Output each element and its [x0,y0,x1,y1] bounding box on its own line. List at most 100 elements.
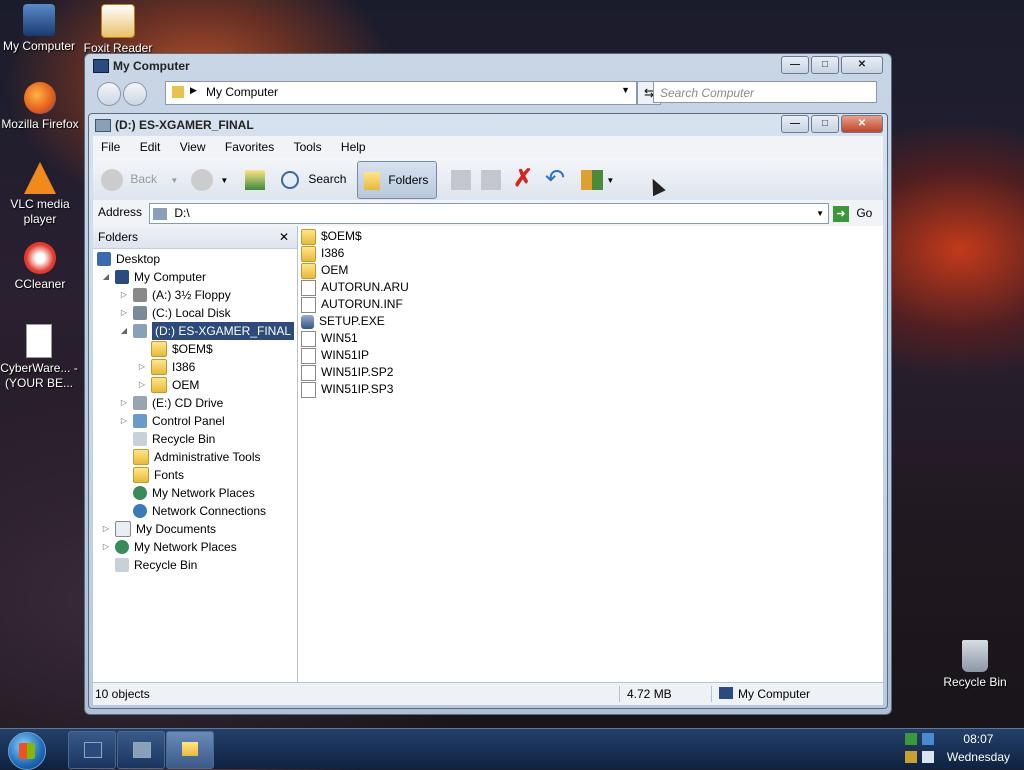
expander-collapsed-icon[interactable]: ▷ [119,394,129,412]
close-button[interactable]: ✕ [841,56,883,74]
menu-edit[interactable]: Edit [132,136,169,158]
chevron-down-icon[interactable]: ▼ [170,176,178,185]
magnifier-icon [281,170,299,189]
file-item[interactable]: WIN51IP.SP2 [301,364,393,381]
tree-item-network-connections[interactable]: Network Connections [133,502,266,520]
file-item[interactable]: WIN51IP [301,347,369,364]
address-label: Address [98,205,143,219]
tree-item-network-places-sub[interactable]: My Network Places [133,484,255,502]
tray-screen-icon[interactable] [922,751,934,763]
tree-item-my-documents[interactable]: ▷ My Documents [101,520,216,538]
back-arrow-icon[interactable] [97,82,121,106]
tree-item-fonts[interactable]: Fonts [133,466,184,484]
taskbar: 08:07 Wednesday [0,728,1024,770]
start-button[interactable] [8,732,46,770]
chevron-down-icon[interactable]: ▼ [220,176,228,185]
maximize-button[interactable]: □ [811,56,839,74]
desktop-icon-recycle-bin[interactable]: Recycle Bin [936,640,1014,690]
desktop-icon-vlc[interactable]: VLC media player [1,162,79,227]
chevron-down-icon[interactable]: ▼ [816,204,824,223]
tree-item-my-computer[interactable]: ◢ My Computer [101,268,206,286]
folder-icon [301,228,316,245]
fonts-icon [133,467,149,483]
taskbar-explorer[interactable] [166,731,214,769]
caption-buttons: — □ ✕ [779,56,883,74]
chevron-down-icon[interactable]: ▼ [606,176,614,185]
file-item[interactable]: AUTORUN.ARU [301,279,409,296]
address-value: D:\ [174,206,190,220]
taskbar-drive[interactable] [117,731,165,769]
menu-tools[interactable]: Tools [286,136,330,158]
forward-arrow-icon[interactable] [123,82,147,106]
close-icon[interactable]: ✕ [279,226,289,248]
menu-view[interactable]: View [172,136,214,158]
tree-item-local-disk[interactable]: ▷ (C:) Local Disk [119,304,231,322]
clock[interactable]: 08:07 Wednesday [947,730,1010,766]
expander-collapsed-icon[interactable]: ▷ [137,358,147,376]
up-folder-button[interactable] [245,164,265,194]
views-button[interactable]: ▼ [581,164,614,194]
close-button[interactable]: ✕ [841,115,883,133]
desktop-icon-foxit-reader[interactable]: Foxit Reader [79,4,157,56]
expander-expanded-icon[interactable]: ◢ [119,322,129,340]
file-item[interactable]: $OEM$ [301,228,362,245]
tree-item-floppy[interactable]: ▷ (A:) 3½ Floppy [119,286,231,304]
tree-item-oem[interactable]: ▷ OEM [137,376,199,394]
undo-button[interactable]: ↶ [545,164,565,194]
move-to-button[interactable] [451,164,473,194]
file-item[interactable]: I386 [301,245,344,262]
file-item[interactable]: WIN51IP.SP3 [301,381,393,398]
tree-item-desktop[interactable]: Desktop [97,250,160,268]
minimize-button[interactable]: — [781,115,809,133]
file-item[interactable]: SETUP.EXE [301,313,385,330]
tree-item-cd-drive[interactable]: ▷ (E:) CD Drive [119,394,223,412]
vista-navigation-bar: ▶ My Computer ▼ ⇆ Search Computer [93,80,883,106]
expander-collapsed-icon[interactable]: ▷ [119,304,129,322]
menu-favorites[interactable]: Favorites [217,136,282,158]
breadcrumb-item[interactable]: My Computer [206,85,278,99]
copy-to-button[interactable] [481,164,503,194]
window-title-bar[interactable]: (D:) ES-XGAMER_FINAL — □ ✕ [89,114,887,136]
tree-item-admin-tools[interactable]: Administrative Tools [133,448,261,466]
tree-item-control-panel[interactable]: ▷ Control Panel [119,412,225,430]
tree-item-my-network-places[interactable]: ▷ My Network Places [101,538,237,556]
tray-display-icon[interactable] [922,733,934,745]
maximize-button[interactable]: □ [811,115,839,133]
file-item[interactable]: WIN51 [301,330,358,347]
tray-network-icon[interactable] [905,733,917,745]
tree-item-i386[interactable]: ▷ I386 [137,358,195,376]
file-item[interactable]: AUTORUN.INF [301,296,403,313]
desktop-icon-cyberware[interactable]: CyberWare... - (YOUR BE... [0,324,78,391]
menu-file[interactable]: File [93,136,128,158]
chevron-down-icon[interactable]: ▼ [621,85,630,95]
breadcrumb[interactable]: ▶ My Computer ▼ [165,81,637,105]
desktop-icon-ccleaner[interactable]: CCleaner [1,242,79,292]
window-title-bar[interactable]: My Computer — □ ✕ [85,54,891,78]
expander-collapsed-icon[interactable]: ▷ [119,412,129,430]
expander-collapsed-icon[interactable]: ▷ [119,286,129,304]
file-item[interactable]: OEM [301,262,348,279]
expander-collapsed-icon[interactable]: ▷ [101,520,111,538]
back-button[interactable]: Back ▼ [101,164,178,194]
menu-help[interactable]: Help [333,136,374,158]
search-button[interactable]: Search [281,164,346,194]
tree-item-d-drive[interactable]: ◢ (D:) ES-XGAMER_FINAL [119,322,295,340]
desktop-icon-my-computer[interactable]: My Computer [0,4,78,54]
search-input[interactable]: Search Computer [653,81,877,103]
minimize-button[interactable]: — [781,56,809,74]
tree-item-oem-dollar[interactable]: $OEM$ [151,340,213,358]
delete-button[interactable]: ✗ [513,164,533,194]
tree-item-recycle-bin[interactable]: Recycle Bin [133,430,215,448]
expander-collapsed-icon[interactable]: ▷ [137,376,147,394]
go-button[interactable]: ➜ Go [833,203,872,223]
expander-collapsed-icon[interactable]: ▷ [101,538,111,556]
tree-item-recycle-bin-root[interactable]: Recycle Bin [115,556,197,574]
tray-app-icon[interactable] [905,751,917,763]
explorer-window[interactable]: (D:) ES-XGAMER_FINAL — □ ✕ File Edit Vie… [88,113,888,709]
expander-expanded-icon[interactable]: ◢ [101,268,111,286]
address-field[interactable]: D:\ ▼ [149,203,829,224]
desktop-icon-firefox[interactable]: Mozilla Firefox [1,82,79,132]
forward-button[interactable]: ▼ [191,164,228,194]
taskbar-my-computer[interactable] [68,731,116,769]
folders-button[interactable]: Folders [357,161,437,199]
